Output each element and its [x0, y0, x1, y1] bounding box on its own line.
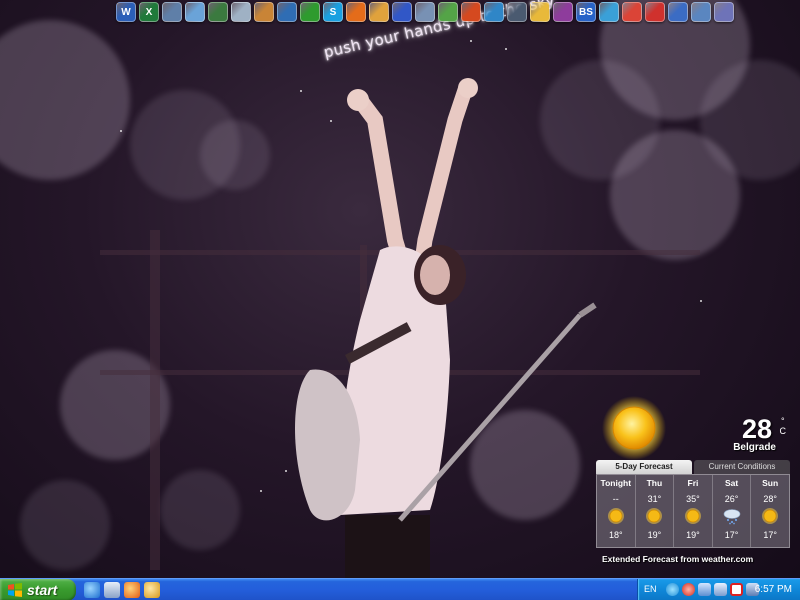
sun-icon	[684, 507, 702, 525]
skype-tray-icon[interactable]	[666, 583, 679, 596]
start-button[interactable]: start	[0, 579, 76, 600]
windows-logo-icon	[8, 583, 22, 597]
language-indicator[interactable]: EN	[644, 584, 657, 594]
performer-silhouette	[295, 78, 597, 578]
forecast-high-temp: 35°	[686, 494, 700, 504]
messenger-icon[interactable]	[392, 2, 412, 22]
excel-icon[interactable]: X	[139, 2, 159, 22]
forecast-low-temp: 19°	[647, 530, 662, 540]
forecast-day-name: Thu	[646, 478, 663, 488]
forecast-low-temp: 17°	[763, 530, 777, 540]
quick-launch-bar	[84, 582, 160, 598]
temperature-unit: ° C	[780, 416, 787, 436]
paint-icon[interactable]	[185, 2, 205, 22]
box-icon[interactable]	[714, 2, 734, 22]
chrome-icon[interactable]	[622, 2, 642, 22]
forecast-panel: 5-Day Forecast Current Conditions Tonigh…	[594, 460, 792, 570]
network-tray-icon[interactable]	[698, 583, 711, 596]
forecast-grid: Tonight -- 18° Thu 31° 19° Fri 35° 19° Sat 26° 17° S…	[596, 474, 790, 548]
show-desktop-icon[interactable]	[104, 582, 120, 598]
current-temperature: 28	[741, 414, 772, 444]
paint-brush-icon[interactable]	[369, 2, 389, 22]
sun-icon	[602, 396, 666, 460]
tab-current-conditions[interactable]: Current Conditions	[694, 460, 790, 474]
forecast-day: Sun 28° 17°	[751, 475, 789, 547]
forecast-day-name: Sat	[724, 478, 739, 488]
taskbar: start EN 6:57 PM	[0, 578, 800, 600]
extended-forecast-link[interactable]: Extended Forecast from weather.com	[602, 554, 753, 564]
system-tray: EN 6:57 PM	[637, 579, 800, 600]
weather-city: Belgrade	[733, 442, 776, 453]
forecast-day: Sat 26° 17°	[713, 475, 752, 547]
forecast-day: Thu 31° 19°	[636, 475, 675, 547]
forecast-high-temp: 28°	[763, 494, 777, 504]
settings-icon[interactable]	[507, 2, 527, 22]
firefox-icon[interactable]	[461, 2, 481, 22]
forecast-day-name: Fri	[687, 478, 699, 488]
sun-icon	[761, 507, 779, 525]
antivirus-tray-icon[interactable]	[682, 583, 695, 596]
scale-letter: C	[779, 426, 787, 436]
tools-icon[interactable]	[691, 2, 711, 22]
skype-icon[interactable]: S	[323, 2, 343, 22]
forecast-day: Tonight -- 18°	[597, 475, 636, 547]
forecast-high-temp: --	[612, 494, 619, 504]
top-icon-dock: W X S BS	[116, 0, 734, 24]
desktop-icon[interactable]	[208, 2, 228, 22]
my-computer-icon[interactable]	[162, 2, 182, 22]
forecast-day-name: Sun	[762, 478, 779, 488]
clover-icon[interactable]	[300, 2, 320, 22]
forecast-high-temp: 31°	[647, 494, 662, 504]
archive-icon[interactable]	[530, 2, 550, 22]
media-player-icon[interactable]	[144, 582, 160, 598]
sun-icon	[607, 507, 625, 525]
books-icon[interactable]	[553, 2, 573, 22]
bs-player-icon[interactable]: BS	[576, 2, 596, 22]
network-icon[interactable]	[254, 2, 274, 22]
cd-burner-icon[interactable]	[231, 2, 251, 22]
firefox-icon[interactable]	[124, 582, 140, 598]
start-label: start	[27, 582, 58, 598]
forecast-day: Fri 35° 19°	[674, 475, 713, 547]
volume-tray-icon[interactable]	[714, 583, 727, 596]
weather-widget: 28 ° C Belgrade 5-Day Forecast Current C…	[594, 388, 794, 570]
word-icon[interactable]: W	[116, 2, 136, 22]
download-tray-icon[interactable]	[730, 583, 743, 596]
degree-symbol: °	[780, 416, 785, 426]
search-icon[interactable]	[415, 2, 435, 22]
forecast-low-temp: 18°	[608, 530, 623, 540]
forecast-day-name: Tonight	[600, 478, 632, 488]
media-player-icon[interactable]	[346, 2, 366, 22]
opera-icon[interactable]	[645, 2, 665, 22]
snow-cloud-icon	[723, 507, 741, 525]
briefcase-icon[interactable]	[277, 2, 297, 22]
pencil-icon[interactable]	[599, 2, 619, 22]
sun-icon	[645, 507, 663, 525]
globe-icon[interactable]	[484, 2, 504, 22]
recycle-icon[interactable]	[438, 2, 458, 22]
forecast-low-temp: 19°	[686, 530, 700, 540]
forecast-low-temp: 17°	[724, 530, 739, 540]
clock[interactable]: 6:57 PM	[755, 584, 792, 595]
internet-explorer-icon[interactable]	[84, 582, 100, 598]
forecast-high-temp: 26°	[724, 494, 739, 504]
document-icon[interactable]	[668, 2, 688, 22]
tab-5-day-forecast[interactable]: 5-Day Forecast	[596, 460, 692, 474]
